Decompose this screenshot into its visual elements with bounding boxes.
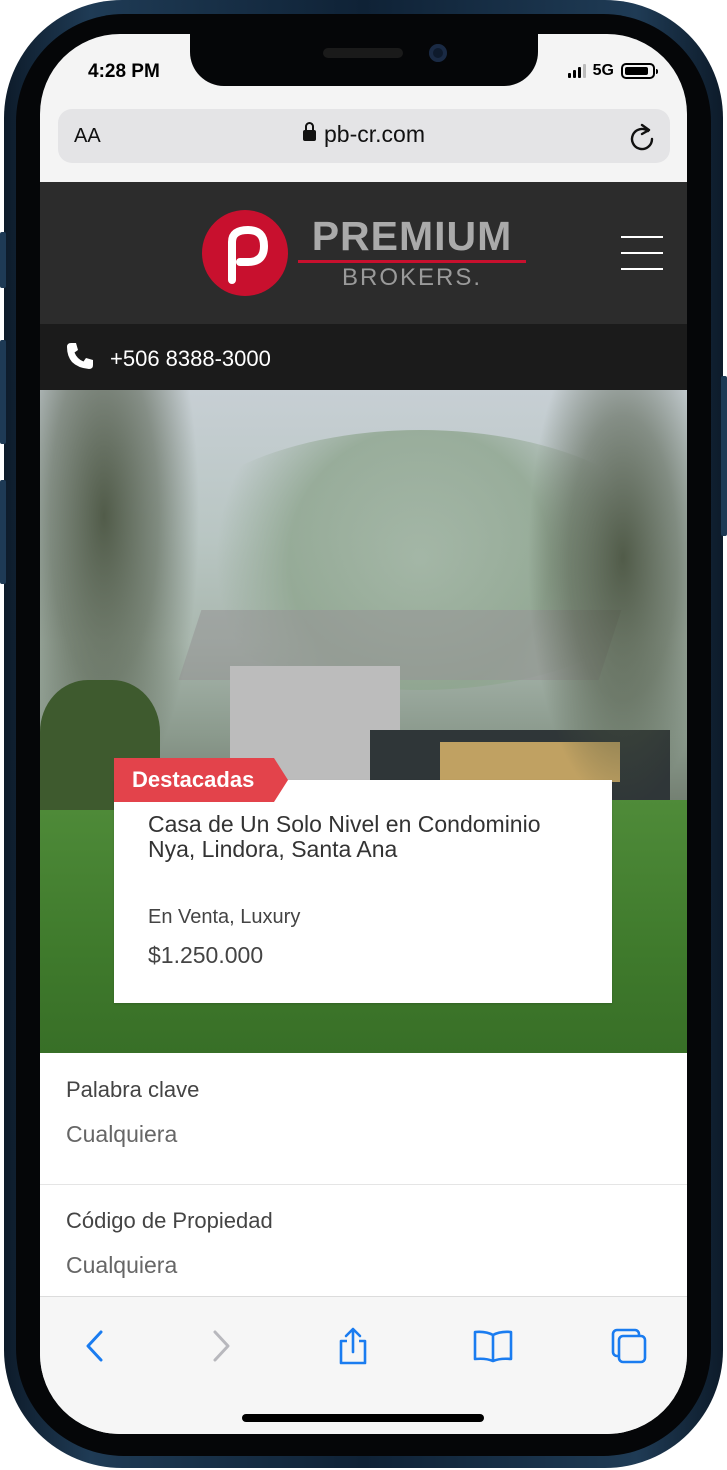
hero-tree-right-image — [527, 390, 687, 810]
search-form: Palabra clave Cualquiera Código de Propi… — [40, 1053, 687, 1296]
phone-link[interactable]: +506 8388-3000 — [64, 340, 271, 377]
home-indicator[interactable] — [242, 1414, 484, 1422]
power-button — [721, 376, 727, 536]
status-indicators: 5G — [567, 62, 658, 80]
share-button[interactable] — [328, 1323, 378, 1369]
front-camera — [429, 44, 447, 62]
chevron-right-icon — [213, 1330, 230, 1362]
logo-brand-top: PREMIUM — [311, 212, 513, 259]
screen: 4:28 PM 5G AA pb-cr.com PREMIUM BROKERS.… — [40, 34, 687, 1434]
tabs-icon — [611, 1328, 647, 1364]
status-time: 4:28 PM — [88, 61, 160, 82]
bookmarks-button[interactable] — [468, 1323, 518, 1369]
volume-down-button — [0, 480, 6, 584]
network-type: 5G — [592, 62, 614, 79]
property-status: En Venta, Luxury — [148, 906, 301, 928]
signal-icon — [567, 64, 586, 78]
url-text: pb-cr.com — [324, 121, 425, 147]
tabs-button[interactable] — [604, 1323, 654, 1369]
premium-brokers-logo[interactable]: PREMIUM BROKERS. — [202, 210, 526, 296]
share-icon — [339, 1327, 367, 1365]
notch — [190, 34, 538, 86]
book-icon — [473, 1330, 513, 1363]
logo-brand-bottom: BROKERS. — [341, 263, 483, 291]
keyword-label: Palabra clave — [66, 1077, 200, 1102]
hero-slider[interactable]: Casa de Un Solo Nivel en Condominio Nya,… — [40, 390, 687, 1053]
phone-number: +506 8388-3000 — [110, 345, 271, 371]
property-code-input[interactable]: Cualquiera — [66, 1252, 177, 1279]
site-header: PREMIUM BROKERS. — [40, 182, 687, 324]
featured-property-card[interactable]: Casa de Un Solo Nivel en Condominio Nya,… — [114, 780, 612, 1003]
logo-p-icon — [202, 210, 288, 296]
volume-up-button — [0, 340, 6, 444]
reload-icon[interactable] — [628, 122, 656, 157]
property-price: $1.250.000 — [148, 942, 264, 968]
logo-wordmark: PREMIUM BROKERS. — [298, 214, 526, 293]
keyword-field[interactable]: Palabra clave Cualquiera — [40, 1053, 687, 1185]
keyword-input[interactable]: Cualquiera — [66, 1121, 177, 1148]
phone-icon — [64, 340, 96, 377]
menu-hamburger-icon[interactable] — [621, 236, 663, 270]
forward-button[interactable] — [196, 1323, 246, 1369]
mute-switch — [0, 232, 6, 288]
featured-badge: Destacadas — [114, 758, 289, 802]
battery-icon — [621, 63, 658, 79]
address-bar[interactable]: AA pb-cr.com — [58, 109, 670, 163]
speaker-grille — [323, 48, 403, 58]
property-title[interactable]: Casa de Un Solo Nivel en Condominio Nya,… — [148, 812, 588, 862]
lock-icon — [303, 122, 316, 141]
chevron-left-icon — [86, 1330, 103, 1362]
contact-bar: +506 8388-3000 — [40, 324, 687, 390]
property-code-label: Código de Propiedad — [66, 1208, 273, 1233]
back-button[interactable] — [70, 1323, 120, 1369]
url-display[interactable]: pb-cr.com — [58, 121, 670, 148]
